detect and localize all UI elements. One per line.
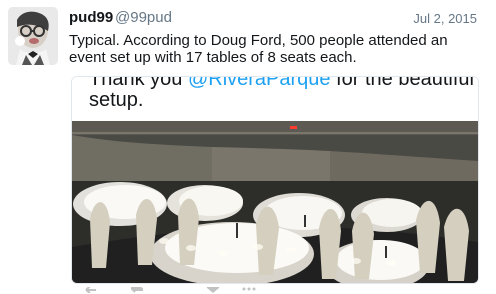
photo-caption-line-2: setup. (89, 89, 144, 111)
avatar[interactable] (8, 7, 58, 65)
author-name[interactable]: pud99 (69, 9, 113, 27)
author-handle[interactable]: @99pud (115, 9, 172, 27)
tweet-text: Typical. According to Doug Ford, 500 peo… (69, 32, 448, 66)
tweet-date[interactable]: Jul 2, 2015 (413, 10, 477, 28)
reply-icon[interactable] (83, 287, 99, 294)
tweet-actions (71, 287, 477, 294)
avatar-icon (8, 7, 58, 65)
media-card[interactable]: Thank you @RiveraParque for the beautifu… (71, 76, 479, 284)
photo-caption-prefix: Thank you (89, 76, 188, 90)
tweet-card: pud99 @99pud Jul 2, 2015 Typical. Accord… (0, 0, 496, 294)
photo-caption-line-1: Thank you @RiveraParque for the beautifu… (89, 76, 474, 90)
photo-caption-mention[interactable]: @RiveraParque (188, 77, 331, 90)
photo-caption-suffix: for the beautiful (330, 76, 474, 90)
retweet-icon[interactable] (129, 287, 145, 293)
like-icon[interactable] (205, 287, 221, 293)
more-icon[interactable] (241, 287, 257, 293)
